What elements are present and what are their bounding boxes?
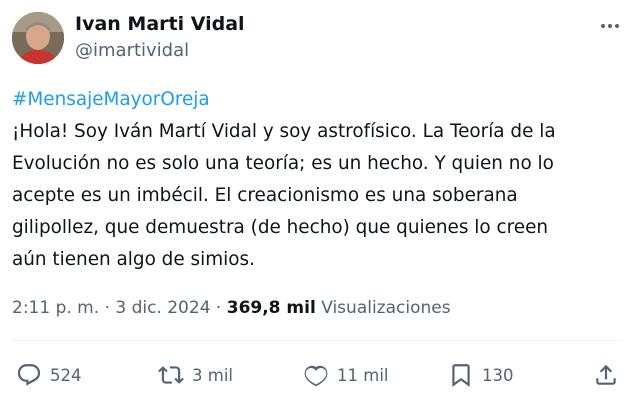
views-count: 369,8 mil bbox=[226, 298, 316, 318]
share-icon bbox=[596, 364, 616, 385]
like-count: 11 mil bbox=[337, 365, 389, 385]
like-button[interactable]: 11 mil bbox=[303, 358, 388, 392]
views-label: Visualizaciones bbox=[321, 298, 451, 318]
share-button[interactable] bbox=[593, 358, 619, 392]
display-name[interactable]: Ivan Marti Vidal bbox=[75, 12, 245, 36]
like-icon bbox=[304, 365, 328, 387]
tweet-meta: 2:11 p. m. · 3 dic. 2024 · 369,8 mil Vis… bbox=[12, 294, 451, 322]
reply-icon bbox=[17, 364, 41, 386]
hashtag-link[interactable]: #MensajeMayorOreja bbox=[12, 84, 624, 116]
avatar-photo bbox=[12, 12, 64, 64]
timestamp[interactable]: 2:11 p. m. · 3 dic. 2024 bbox=[12, 298, 211, 318]
divider bbox=[12, 340, 623, 341]
bookmark-button[interactable]: 130 bbox=[448, 358, 514, 392]
avatar[interactable] bbox=[12, 12, 64, 64]
more-icon[interactable] bbox=[599, 18, 621, 32]
author-block: Ivan Marti Vidal @imartividal bbox=[75, 12, 245, 64]
retweet-count: 3 mil bbox=[192, 365, 233, 385]
meta-separator: · bbox=[210, 298, 227, 318]
tweet-body: #MensajeMayorOreja ¡Hola! Soy Iván Martí… bbox=[12, 84, 624, 276]
bookmark-count: 130 bbox=[482, 365, 514, 385]
bookmark-icon bbox=[452, 364, 470, 387]
retweet-button[interactable]: 3 mil bbox=[158, 358, 233, 392]
reply-count: 524 bbox=[50, 365, 82, 385]
tweet: Ivan Marti Vidal @imartividal #MensajeMa… bbox=[0, 0, 635, 416]
reply-button[interactable]: 524 bbox=[16, 358, 82, 392]
retweet-icon bbox=[158, 366, 184, 384]
user-handle[interactable]: @imartividal bbox=[75, 38, 245, 64]
action-bar: 524 3 mil 11 mil 130 bbox=[10, 358, 625, 392]
tweet-text: ¡Hola! Soy Iván Martí Vidal y soy astrof… bbox=[12, 121, 556, 270]
